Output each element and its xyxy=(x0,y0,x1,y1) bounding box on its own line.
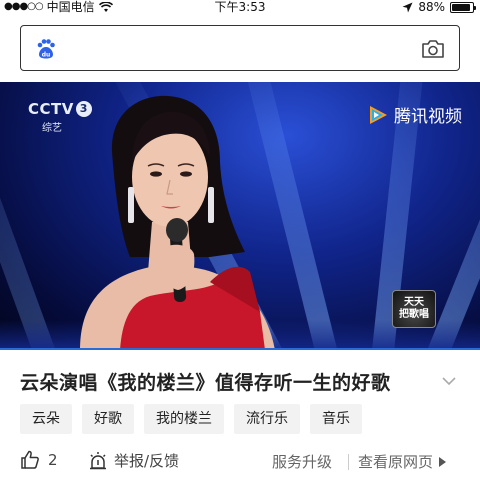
baidu-paw-icon: du xyxy=(37,39,55,59)
video-player[interactable]: CCTV 3 综艺 腾讯视频 天天 把歌唱 xyxy=(0,82,480,350)
tag-item[interactable]: 我的楼兰 xyxy=(144,404,224,434)
show-logo-top: 天天 xyxy=(404,297,424,308)
article-title: 云朵演唱《我的楼兰》值得存听一生的好歌 xyxy=(20,372,391,394)
tencent-play-icon xyxy=(370,105,387,124)
view-original-link[interactable]: 查看原网页 xyxy=(358,451,447,472)
channel-number: 3 xyxy=(75,101,92,117)
show-logo-bottom: 把歌唱 xyxy=(399,309,429,320)
search-bar[interactable]: du xyxy=(20,25,460,71)
divider xyxy=(348,454,349,470)
channel-name: CCTV xyxy=(28,100,74,118)
tag-item[interactable]: 好歌 xyxy=(82,404,134,434)
video-progress-line xyxy=(0,348,480,350)
battery-fill xyxy=(452,3,470,11)
show-logo: 天天 把歌唱 xyxy=(392,290,436,328)
tag-list: 云朵 好歌 我的楼兰 流行乐 音乐 xyxy=(20,404,362,434)
report-feedback-button[interactable]: 举报/反馈 xyxy=(88,450,179,471)
thumbs-up-icon xyxy=(21,450,39,469)
tag-item[interactable]: 音乐 xyxy=(310,404,362,434)
camera-icon[interactable] xyxy=(421,38,445,60)
chevron-down-icon[interactable] xyxy=(440,372,458,390)
tencent-video-watermark: 腾讯视频 xyxy=(367,102,462,127)
status-right: 88% xyxy=(402,0,476,14)
battery-percent: 88% xyxy=(418,0,445,14)
search-input[interactable] xyxy=(67,36,407,60)
like-button[interactable]: 2 xyxy=(20,450,58,470)
channel-logo: CCTV 3 综艺 xyxy=(28,100,92,134)
location-arrow-icon xyxy=(402,2,413,12)
channel-subtitle: 综艺 xyxy=(42,123,62,134)
action-bar: 2 举报/反馈 服务升级 查看原网页 xyxy=(0,446,480,476)
report-alarm-icon xyxy=(90,451,106,469)
tag-item[interactable]: 流行乐 xyxy=(234,404,300,434)
service-upgrade-link[interactable]: 服务升级 xyxy=(272,451,332,472)
status-bar: ●●●○○ 中国电信 下午3:53 88% xyxy=(0,0,480,14)
watermark-text: 腾讯视频 xyxy=(394,107,462,127)
report-label: 举报/反馈 xyxy=(114,452,180,470)
tag-item[interactable]: 云朵 xyxy=(20,404,72,434)
play-triangle-icon xyxy=(439,456,447,467)
singer-figure xyxy=(80,95,275,350)
like-count: 2 xyxy=(48,451,58,469)
svg-text:du: du xyxy=(42,51,51,58)
view-original-label: 查看原网页 xyxy=(358,453,434,471)
battery-icon xyxy=(450,1,476,13)
